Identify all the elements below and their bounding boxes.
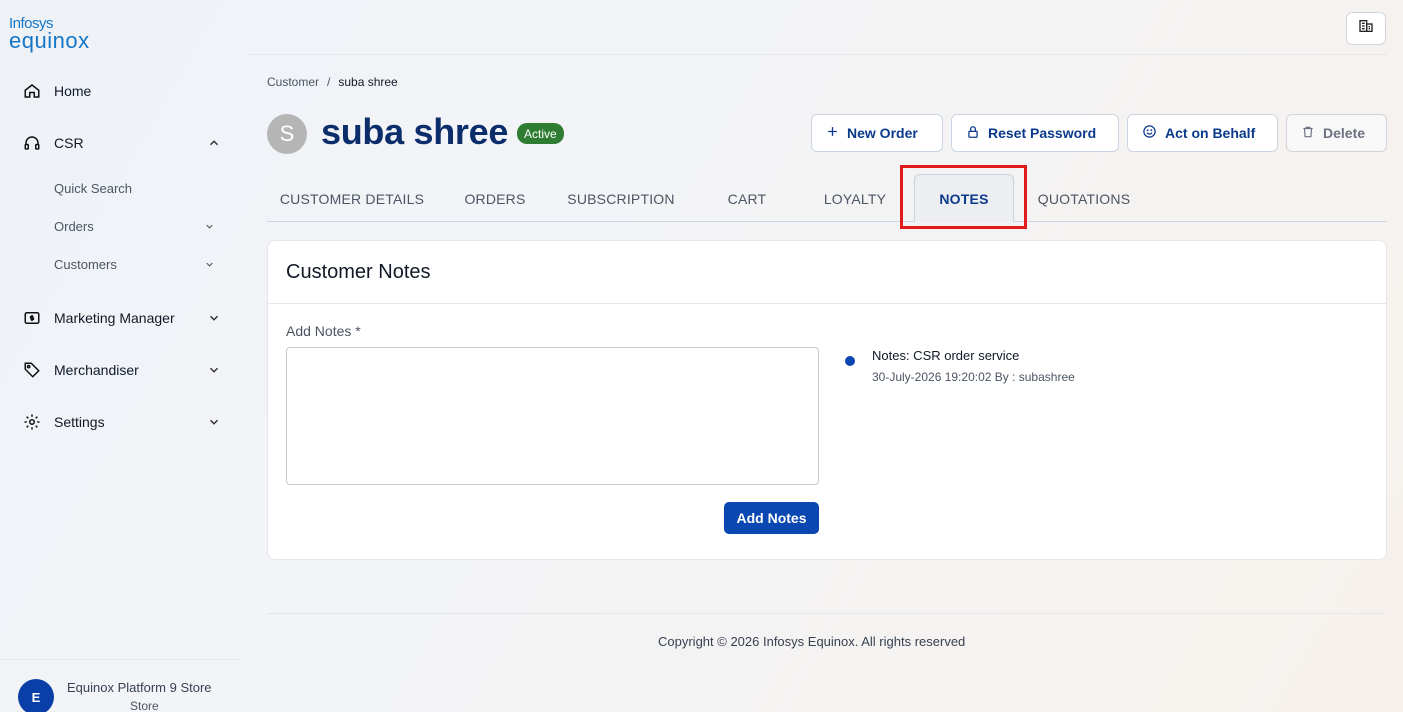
customer-avatar: S: [267, 114, 307, 154]
store-switch-button[interactable]: [1346, 12, 1386, 45]
sidebar: Infosys equinox Home CSR Quick Search Or…: [0, 0, 240, 712]
building-icon: [1358, 18, 1374, 39]
sidebar-item-marketing-manager[interactable]: Marketing Manager: [22, 306, 222, 330]
gear-icon: [22, 412, 42, 432]
customer-notes-card: Customer Notes Add Notes * Add Notes Not…: [267, 240, 1387, 560]
tab-orders[interactable]: ORDERS: [457, 176, 533, 222]
sidebar-subitem-customers[interactable]: Customers: [54, 254, 216, 274]
dollar-icon: [22, 308, 42, 328]
store-type: Store: [130, 699, 159, 712]
notes-field-label: Add Notes *: [286, 323, 361, 339]
tab-loyalty[interactable]: LOYALTY: [815, 176, 895, 222]
home-icon: [22, 81, 42, 101]
page-title: suba shree: [321, 111, 509, 152]
sidebar-item-merchandiser[interactable]: Merchandiser: [22, 358, 222, 382]
note-bullet: [845, 356, 855, 366]
sidebar-subitem-label: Quick Search: [54, 180, 133, 196]
footer-divider: [267, 613, 1387, 614]
chevron-down-icon[interactable]: [206, 362, 222, 378]
logo-line2: equinox: [9, 28, 90, 53]
status-badge: Active: [517, 123, 564, 144]
breadcrumb-separator: /: [327, 75, 331, 89]
card-title: Customer Notes: [286, 261, 431, 283]
sidebar-item-label: Merchandiser: [54, 362, 139, 378]
act-on-behalf-button[interactable]: Act on Behalf: [1127, 114, 1278, 152]
store-avatar[interactable]: E: [18, 679, 54, 712]
sidebar-subitem-orders[interactable]: Orders: [54, 216, 216, 236]
headset-icon: [22, 133, 42, 153]
breadcrumb-root[interactable]: Customer: [267, 75, 319, 89]
notes-textarea[interactable]: [286, 347, 819, 485]
lock-icon: [966, 125, 980, 142]
act-on-behalf-label: Act on Behalf: [1165, 125, 1256, 141]
sidebar-item-settings[interactable]: Settings: [22, 410, 222, 434]
card-divider: [268, 303, 1386, 304]
new-order-label: New Order: [847, 125, 918, 141]
sidebar-item-home[interactable]: Home: [22, 79, 222, 103]
chevron-down-icon[interactable]: [202, 219, 216, 233]
plus-icon: [826, 125, 839, 141]
sidebar-subitem-quick-search[interactable]: Quick Search: [54, 178, 216, 198]
chevron-down-icon[interactable]: [206, 414, 222, 430]
note-meta: 30-July-2026 19:20:02 By : subashree: [872, 370, 1075, 384]
chevron-down-icon[interactable]: [206, 310, 222, 326]
delete-button[interactable]: Delete: [1286, 114, 1387, 152]
topbar-divider: [248, 54, 1387, 55]
chevron-up-icon[interactable]: [206, 135, 222, 151]
copyright-text: Copyright © 2026 Infosys Equinox. All ri…: [658, 634, 966, 649]
sidebar-item-label: Settings: [54, 414, 105, 430]
sidebar-subitem-label: Orders: [54, 218, 94, 234]
tab-quotations[interactable]: QUOTATIONS: [1031, 176, 1137, 222]
tab-customer-details[interactable]: CUSTOMER DETAILS: [267, 176, 437, 222]
smile-icon: [1142, 124, 1157, 142]
tab-notes[interactable]: NOTES: [914, 174, 1014, 222]
note-text: Notes: CSR order service: [872, 348, 1020, 363]
sidebar-item-label: Marketing Manager: [54, 310, 175, 326]
breadcrumb-current: suba shree: [338, 75, 398, 89]
reset-password-button[interactable]: Reset Password: [951, 114, 1119, 152]
infosys-equinox-logo[interactable]: Infosys equinox: [9, 16, 90, 52]
reset-password-label: Reset Password: [988, 125, 1097, 141]
sidebar-item-csr[interactable]: CSR: [22, 131, 222, 155]
new-order-button[interactable]: New Order: [811, 114, 943, 152]
breadcrumb: Customer / suba shree: [267, 75, 398, 89]
customer-tabs: CUSTOMER DETAILS ORDERS SUBSCRIPTION CAR…: [267, 174, 1387, 222]
tag-icon: [22, 360, 42, 380]
sidebar-item-label: Home: [54, 83, 92, 99]
sidebar-subitem-label: Customers: [54, 256, 117, 272]
add-notes-button[interactable]: Add Notes: [724, 502, 819, 534]
store-name: Equinox Platform 9 Store: [67, 680, 212, 695]
sidebar-item-label: CSR: [54, 135, 84, 151]
chevron-down-icon[interactable]: [202, 257, 216, 271]
tab-cart[interactable]: CART: [712, 176, 782, 222]
delete-label: Delete: [1323, 125, 1366, 141]
tab-subscription[interactable]: SUBSCRIPTION: [557, 176, 685, 222]
trash-icon: [1301, 125, 1315, 142]
sidebar-divider: [0, 659, 240, 660]
